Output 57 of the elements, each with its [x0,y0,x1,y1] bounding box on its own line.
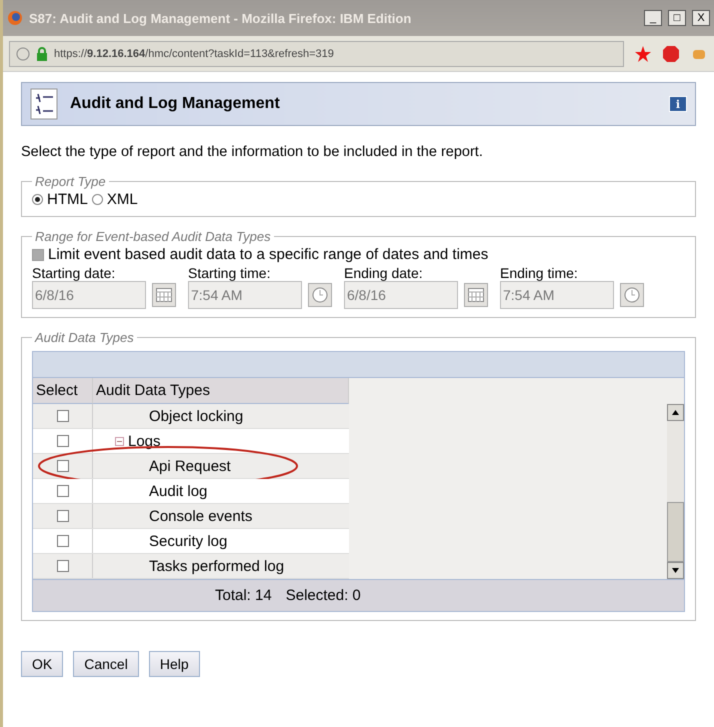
radio-label: HTML [47,191,88,208]
checkbox-label: Limit event based audit data to a specific range of dates and times [48,246,488,263]
dialog-button[interactable]: Help [148,651,200,677]
selected-count: Selected: 0 [286,587,361,604]
url-text: https://9.12.16.164/hmc/content?taskId=113&refresh=319 [54,48,334,60]
down-arrow-icon [672,568,679,573]
panel-title: Audit and Log Management [70,95,281,113]
window-control[interactable]: □ [668,10,686,26]
window-control[interactable]: X [692,10,710,26]
radio-label: XML [106,191,138,208]
table-cell: Api Request [149,458,231,474]
group-legend: Audit Data Types [32,330,137,345]
field-label: Ending time: [500,265,579,281]
collapse-icon[interactable] [115,436,124,446]
instruction-text: Select the type of report and the information to be included in the report. [21,144,484,160]
field-label: Starting time: [188,265,272,281]
checkbox[interactable] [56,510,68,522]
star-icon[interactable] [634,44,652,62]
table-cell: Console events [149,508,252,524]
checkbox[interactable] [56,410,68,422]
scroll-up-button[interactable] [667,404,684,421]
stop-sign-icon[interactable] [662,44,680,62]
checkbox[interactable] [56,560,68,572]
calendar-button[interactable] [152,283,176,307]
address-field[interactable]: https://9.12.16.164/hmc/content?taskId=113&refresh=319 [9,40,624,66]
radio-button[interactable] [32,194,43,205]
dialog-button[interactable]: OK [21,651,64,677]
checkbox[interactable] [56,460,68,472]
radio-button[interactable] [92,194,103,205]
window-title: S87: Audit and Log Management - Mozilla Firefox: IBM Edition [29,10,412,26]
field-label: Ending date: [344,265,424,281]
firefox-icon [7,10,23,26]
field-label: Starting date: [32,265,116,281]
lock-icon [36,46,48,60]
column-header[interactable]: Audit Data Types [93,378,349,404]
table-cell: Object locking [149,408,244,424]
checkbox[interactable] [56,435,68,447]
group-legend: Range for Event-based Audit Data Types [32,229,274,244]
column-header[interactable]: Select [33,378,93,404]
clock-button[interactable] [308,283,332,307]
clock-button[interactable] [620,283,644,307]
table-cell: Audit log [149,482,208,500]
window-control[interactable]: _ [644,10,662,26]
checkbox[interactable] [56,485,68,497]
table-cell: Security log [149,532,228,550]
checkbox[interactable] [56,535,68,547]
up-arrow-icon [672,410,679,415]
document-icon [30,88,58,120]
scroll-thumb[interactable] [667,502,684,562]
calendar-button[interactable] [464,283,488,307]
table-cell: Logs [128,432,161,450]
group-legend: Report Type [32,174,109,189]
info-button[interactable]: i [669,96,687,112]
dialog-button[interactable]: Cancel [73,651,139,677]
table-cell: Tasks performed log [149,558,284,574]
scroll-down-button[interactable] [667,562,684,579]
total-count: Total: 14 [215,587,272,604]
